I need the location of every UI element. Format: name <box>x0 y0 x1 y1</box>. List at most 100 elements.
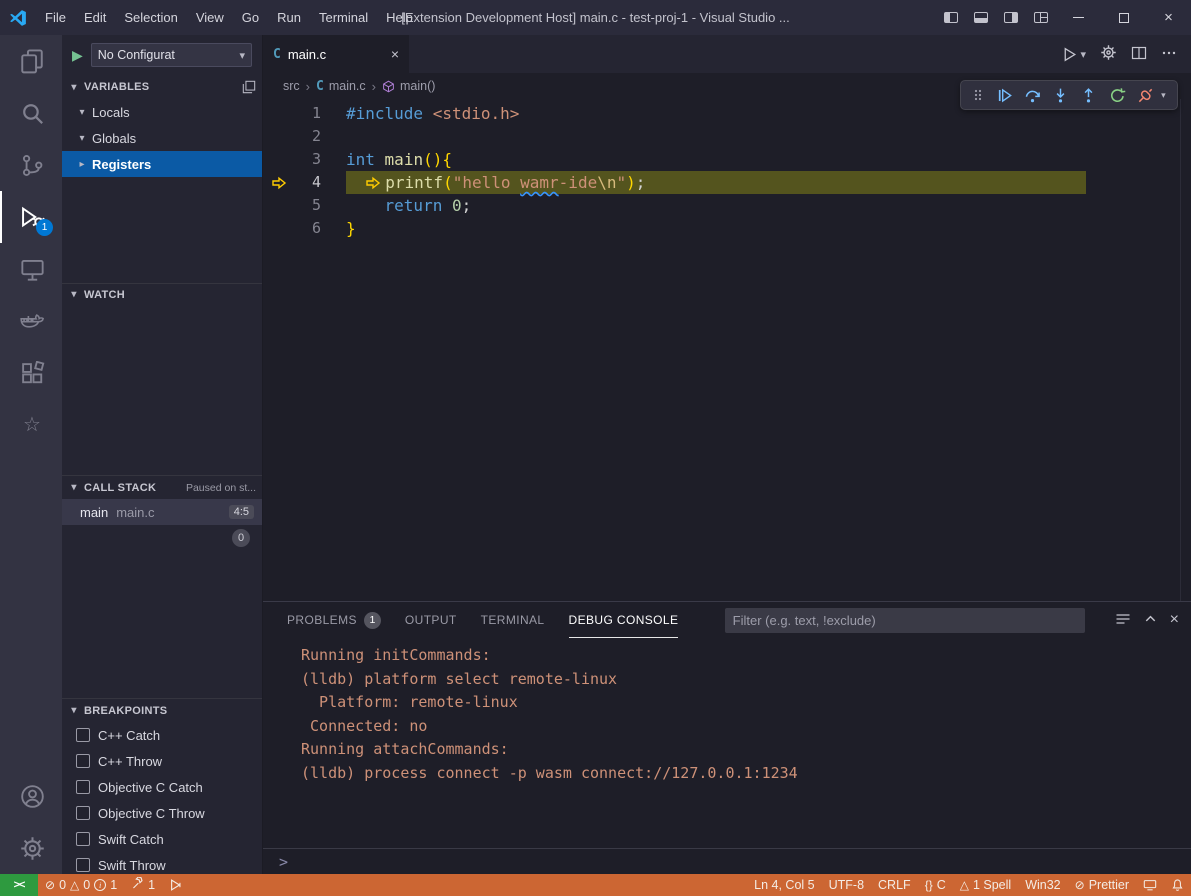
activity-source-control-icon[interactable] <box>0 139 62 191</box>
bell-icon[interactable] <box>1164 874 1191 896</box>
breakpoint-item[interactable]: C++ Throw <box>62 748 262 774</box>
activity-explorer-icon[interactable] <box>0 35 62 87</box>
breakpoint-item[interactable]: Swift Throw <box>62 852 262 874</box>
breakpoint-item[interactable]: C++ Catch <box>62 722 262 748</box>
breadcrumb-src[interactable]: src <box>283 79 300 93</box>
breakpoints-list: C++ CatchC++ ThrowObjective C CatchObjec… <box>62 722 262 874</box>
code-token: -ide <box>559 171 598 194</box>
activity-docker-icon[interactable] <box>0 295 62 347</box>
spell-checker-status[interactable]: △ 1 Spell <box>953 874 1018 896</box>
tab-main-c[interactable]: C main.c × <box>263 35 409 73</box>
settings-gear-icon[interactable] <box>0 822 62 874</box>
editor-settings-gear-icon[interactable] <box>1100 44 1117 64</box>
menu-run[interactable]: Run <box>268 0 310 35</box>
toolbar-grip-icon[interactable] <box>972 87 984 103</box>
problems-status[interactable]: ⊘ 0 △ 0 i 1 <box>38 874 124 896</box>
close-panel-icon[interactable]: × <box>1170 611 1179 629</box>
start-debug-icon[interactable]: ▶ <box>72 47 83 64</box>
error-count: 0 <box>59 878 66 892</box>
code-token: wamr <box>520 171 559 194</box>
breakpoints-section-header[interactable]: ▾ BREAKPOINTS <box>62 698 262 722</box>
tasks-status[interactable]: 1 <box>124 874 162 896</box>
tab-terminal[interactable]: TERMINAL <box>481 602 545 638</box>
breakpoint-checkbox[interactable] <box>76 780 90 794</box>
breakpoint-checkbox[interactable] <box>76 806 90 820</box>
call-stack-section-header[interactable]: ▾ CALL STACK Paused on st... <box>62 475 262 499</box>
eol-indicator[interactable]: CRLF <box>871 874 918 896</box>
breakpoint-checkbox[interactable] <box>76 728 90 742</box>
menu-go[interactable]: Go <box>233 0 268 35</box>
menu-edit[interactable]: Edit <box>75 0 115 35</box>
call-stack-frame[interactable]: main main.c 4:5 <box>62 499 262 525</box>
breakpoint-item[interactable]: Objective C Throw <box>62 800 262 826</box>
toggle-panel-button[interactable] <box>966 0 996 35</box>
step-over-button[interactable] <box>1024 87 1041 104</box>
toggle-sidebar-left-button[interactable] <box>936 0 966 35</box>
account-icon[interactable] <box>0 770 62 822</box>
activity-extensions-icon[interactable] <box>0 347 62 399</box>
disconnect-button[interactable] <box>1137 87 1154 104</box>
activity-favorites-icon[interactable]: ☆ <box>0 399 62 451</box>
variables-item-registers[interactable]: ▸ Registers <box>62 151 262 177</box>
continue-button[interactable] <box>996 87 1013 104</box>
debug-status-icon[interactable] <box>162 874 190 896</box>
watch-section-header[interactable]: ▾ WATCH <box>62 283 262 305</box>
formatter-status[interactable]: ⊘ Prettier <box>1068 874 1136 896</box>
maximize-panel-icon[interactable] <box>1143 611 1158 629</box>
code-editor[interactable]: 1#include <stdio.h>23int main(){4 printf… <box>263 99 1191 601</box>
title-bar: FileEditSelectionViewGoRunTerminalHelp [… <box>0 0 1191 35</box>
debug-config-dropdown[interactable]: No Configurat ▾ <box>91 43 252 67</box>
breakpoint-item[interactable]: Swift Catch <box>62 826 262 852</box>
activity-run-debug-icon[interactable]: 1 <box>0 191 62 243</box>
customize-layout-button[interactable] <box>1026 0 1056 35</box>
console-line: Connected: no <box>301 715 1191 739</box>
restart-button[interactable] <box>1109 87 1126 104</box>
debug-console-output[interactable]: Running initCommands:(lldb) platform sel… <box>263 638 1191 848</box>
chevron-down-icon[interactable]: ▾ <box>1161 90 1166 101</box>
breadcrumb-file[interactable]: C main.c <box>316 79 366 94</box>
tab-close-icon[interactable]: × <box>391 46 399 62</box>
toggle-sidebar-right-button[interactable] <box>996 0 1026 35</box>
tab-problems[interactable]: PROBLEMS 1 <box>287 602 381 638</box>
language-mode[interactable]: {} C <box>918 874 953 896</box>
feedback-icon[interactable] <box>1136 874 1164 896</box>
breadcrumb-symbol[interactable]: main() <box>382 79 435 93</box>
variables-item-locals[interactable]: ▾ Locals <box>62 99 262 125</box>
breakpoint-item[interactable]: Objective C Catch <box>62 774 262 800</box>
code-line: 5 return 0; <box>263 194 1191 217</box>
run-or-debug-button[interactable]: ▾ <box>1061 46 1086 63</box>
menu-terminal[interactable]: Terminal <box>310 0 377 35</box>
more-actions-icon[interactable] <box>1161 45 1177 64</box>
split-editor-icon[interactable] <box>1131 45 1147 64</box>
cursor-position[interactable]: Ln 4, Col 5 <box>747 874 821 896</box>
variables-item-globals[interactable]: ▾ Globals <box>62 125 262 151</box>
maximize-button[interactable] <box>1101 0 1146 35</box>
frame-position-badge: 4:5 <box>229 505 254 519</box>
minimize-button[interactable] <box>1056 0 1101 35</box>
breakpoint-checkbox[interactable] <box>76 858 90 872</box>
activity-search-icon[interactable] <box>0 87 62 139</box>
debug-console-input[interactable]: > <box>263 848 1191 874</box>
platform-indicator[interactable]: Win32 <box>1018 874 1067 896</box>
tab-label: main.c <box>288 47 326 62</box>
variables-section-header[interactable]: ▾ VARIABLES <box>62 75 262 99</box>
menu-selection[interactable]: Selection <box>115 0 186 35</box>
info-count: 1 <box>110 878 117 892</box>
open-panel-icon[interactable] <box>242 80 256 94</box>
step-out-button[interactable] <box>1080 87 1097 104</box>
encoding-indicator[interactable]: UTF-8 <box>822 874 871 896</box>
menu-view[interactable]: View <box>187 0 233 35</box>
menu-file[interactable]: File <box>36 0 75 35</box>
debug-toolbar: ▾ <box>960 80 1178 110</box>
remote-indicator[interactable]: >< <box>0 874 38 896</box>
close-button[interactable]: × <box>1146 0 1191 35</box>
current-line-arrow-icon[interactable] <box>271 175 297 191</box>
tab-output[interactable]: OUTPUT <box>405 602 457 638</box>
breakpoint-checkbox[interactable] <box>76 754 90 768</box>
console-options-icon[interactable] <box>1115 611 1131 630</box>
console-filter-input[interactable] <box>725 608 1085 633</box>
tab-debug-console[interactable]: DEBUG CONSOLE <box>569 602 679 638</box>
activity-remote-explorer-icon[interactable] <box>0 243 62 295</box>
breakpoint-checkbox[interactable] <box>76 832 90 846</box>
step-into-button[interactable] <box>1052 87 1069 104</box>
